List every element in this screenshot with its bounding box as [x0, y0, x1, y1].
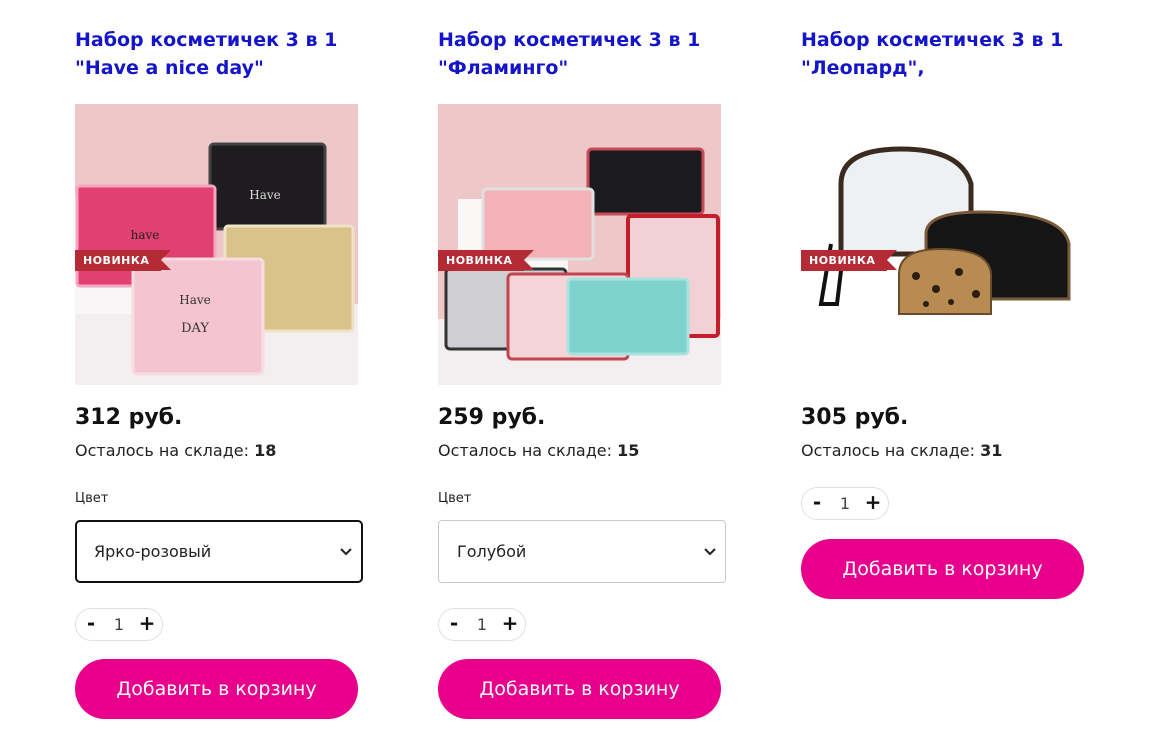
stock-info: Осталось на складе: 15 [438, 440, 639, 462]
svg-text:have: have [131, 228, 160, 242]
product-title-line2[interactable]: "Фламинго" [438, 54, 738, 82]
stock-count: 18 [254, 441, 277, 460]
qty-input[interactable]: 1 [830, 488, 860, 519]
svg-text:DAY: DAY [181, 321, 209, 336]
product-title-line2[interactable]: "Have a nice day" [75, 54, 375, 82]
product-title-line2[interactable]: "Леопард", [801, 54, 1101, 82]
product-title-line1[interactable]: Набор косметичек 3 в 1 [438, 26, 738, 54]
qty-increase-button[interactable]: + [134, 609, 160, 640]
color-select[interactable]: Ярко-розовый [75, 520, 363, 583]
add-to-cart-button[interactable]: Добавить в корзину [75, 659, 358, 719]
chevron-down-icon [704, 547, 716, 555]
product-card: Набор косметичек 3 в 1 "Have a nice day"… [75, 0, 375, 743]
color-label: Цвет [438, 491, 472, 506]
product-title-line1[interactable]: Набор косметичек 3 в 1 [801, 26, 1101, 54]
product-card: Набор косметичек 3 в 1 "Леопард", НОВИНК… [801, 0, 1101, 743]
product-price: 305 руб. [801, 405, 909, 430]
chevron-down-icon [340, 547, 352, 555]
quantity-stepper: - 1 + [801, 487, 889, 520]
stock-label: Осталось на складе: [75, 441, 249, 460]
color-select-value: Голубой [457, 542, 527, 561]
qty-decrease-button[interactable]: - [78, 609, 104, 640]
stock-count: 15 [617, 441, 640, 460]
product-card: Набор косметичек 3 в 1 "Фламинго" НОВИНК… [438, 0, 738, 743]
stock-label: Осталось на складе: [801, 441, 975, 460]
product-image[interactable] [801, 104, 1084, 385]
svg-text:Have: Have [179, 293, 211, 307]
product-image[interactable]: Have have Have DAY [75, 104, 358, 385]
product-image[interactable] [438, 104, 721, 385]
add-to-cart-button[interactable]: Добавить в корзину [438, 659, 721, 719]
product-price: 312 руб. [75, 405, 183, 430]
stock-info: Осталось на складе: 18 [75, 440, 276, 462]
stock-count: 31 [980, 441, 1003, 460]
product-grid: Набор косметичек 3 в 1 "Have a nice day"… [0, 0, 1174, 743]
product-title-line1[interactable]: Набор косметичек 3 в 1 [75, 26, 375, 54]
quantity-stepper: - 1 + [438, 608, 526, 641]
product-title-link[interactable]: Набор косметичек 3 в 1 "Have a nice day" [75, 26, 375, 82]
qty-increase-button[interactable]: + [497, 609, 523, 640]
stock-label: Осталось на складе: [438, 441, 612, 460]
add-to-cart-button[interactable]: Добавить в корзину [801, 539, 1084, 599]
qty-input[interactable]: 1 [467, 609, 497, 640]
new-badge: НОВИНКА [438, 250, 534, 271]
svg-text:Have: Have [249, 188, 281, 202]
qty-decrease-button[interactable]: - [804, 488, 830, 519]
qty-decrease-button[interactable]: - [441, 609, 467, 640]
quantity-stepper: - 1 + [75, 608, 163, 641]
product-title-link[interactable]: Набор косметичек 3 в 1 "Фламинго" [438, 26, 738, 82]
new-badge: НОВИНКА [801, 250, 897, 271]
product-title-link[interactable]: Набор косметичек 3 в 1 "Леопард", [801, 26, 1101, 82]
color-select-value: Ярко-розовый [94, 542, 212, 561]
new-badge: НОВИНКА [75, 250, 171, 271]
product-price: 259 руб. [438, 405, 546, 430]
qty-input[interactable]: 1 [104, 609, 134, 640]
color-label: Цвет [75, 491, 109, 506]
stock-info: Осталось на складе: 31 [801, 440, 1002, 462]
qty-increase-button[interactable]: + [860, 488, 886, 519]
color-select[interactable]: Голубой [438, 520, 726, 583]
